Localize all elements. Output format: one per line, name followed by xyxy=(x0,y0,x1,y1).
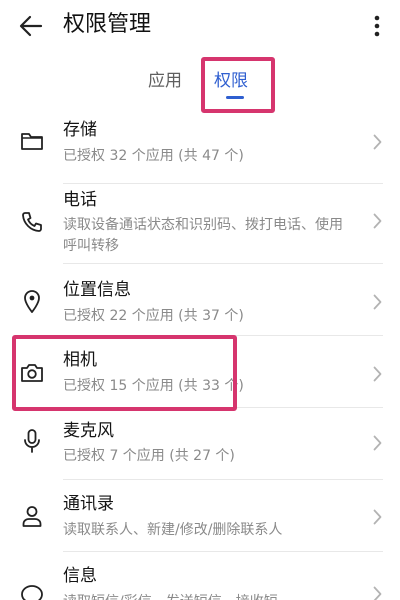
permission-title: 电话 xyxy=(63,190,97,210)
arrow-left-icon xyxy=(19,15,43,37)
tab-permissions[interactable]: 权限 xyxy=(214,66,248,96)
permission-subtitle: 已授权 7 个应用 (共 27 个) xyxy=(63,448,235,464)
permission-title: 通讯录 xyxy=(63,494,114,514)
message-icon xyxy=(19,582,45,600)
chevron-right-icon xyxy=(370,211,384,231)
chevron-right-icon xyxy=(370,364,384,384)
permission-item-phone[interactable]: 电话 读取设备通话状态和识别码、拨打电话、使用呼叫转移 xyxy=(0,184,400,262)
microphone-icon xyxy=(19,428,45,454)
chevron-right-icon xyxy=(370,433,384,453)
permission-subtitle: 读取设备通话状态和识别码、拨打电话、使用呼叫转移 xyxy=(63,217,343,254)
permission-item-messages[interactable]: 信息 读取短信/彩信、发送短信、接收短 xyxy=(0,552,400,600)
chevron-right-icon xyxy=(370,507,384,527)
permission-subtitle: 读取短信/彩信、发送短信、接收短 xyxy=(63,592,353,600)
permission-item-camera[interactable]: 相机 已授权 15 个应用 (共 33 个) xyxy=(0,336,400,406)
permission-item-microphone[interactable]: 麦克风 已授权 7 个应用 (共 27 个) xyxy=(0,408,400,478)
permission-title: 存储 xyxy=(63,120,97,140)
permission-item-storage[interactable]: 存储 已授权 32 个应用 (共 47 个) xyxy=(0,114,400,184)
contacts-icon xyxy=(19,503,45,529)
back-button[interactable] xyxy=(14,9,48,43)
page-title: 权限管理 xyxy=(63,12,152,37)
location-pin-icon xyxy=(19,288,45,314)
permission-subtitle: 读取联系人、新建/修改/删除联系人 xyxy=(63,522,283,538)
permission-item-contacts[interactable]: 通讯录 读取联系人、新建/修改/删除联系人 xyxy=(0,480,400,550)
permission-subtitle: 已授权 15 个应用 (共 33 个) xyxy=(63,378,244,394)
permission-item-location[interactable]: 位置信息 已授权 22 个应用 (共 37 个) xyxy=(0,264,400,334)
permission-subtitle: 已授权 32 个应用 (共 47 个) xyxy=(63,148,244,164)
tab-apps[interactable]: 应用 xyxy=(148,66,182,96)
more-vertical-icon xyxy=(374,15,380,37)
permission-title: 麦克风 xyxy=(63,421,114,441)
permission-title: 信息 xyxy=(63,566,97,586)
folder-icon xyxy=(19,128,45,154)
chevron-right-icon xyxy=(370,292,384,312)
chevron-right-icon xyxy=(370,132,384,152)
chevron-right-icon xyxy=(370,584,384,600)
phone-icon xyxy=(19,209,45,235)
permission-title: 位置信息 xyxy=(63,280,131,300)
more-options-button[interactable] xyxy=(364,9,390,43)
tab-selected-indicator xyxy=(226,96,244,99)
tab-bar: 应用 权限 xyxy=(0,56,400,110)
app-bar: 权限管理 xyxy=(0,0,400,56)
permission-title: 相机 xyxy=(63,350,97,370)
permission-subtitle: 已授权 22 个应用 (共 37 个) xyxy=(63,308,244,324)
camera-icon xyxy=(19,360,45,386)
